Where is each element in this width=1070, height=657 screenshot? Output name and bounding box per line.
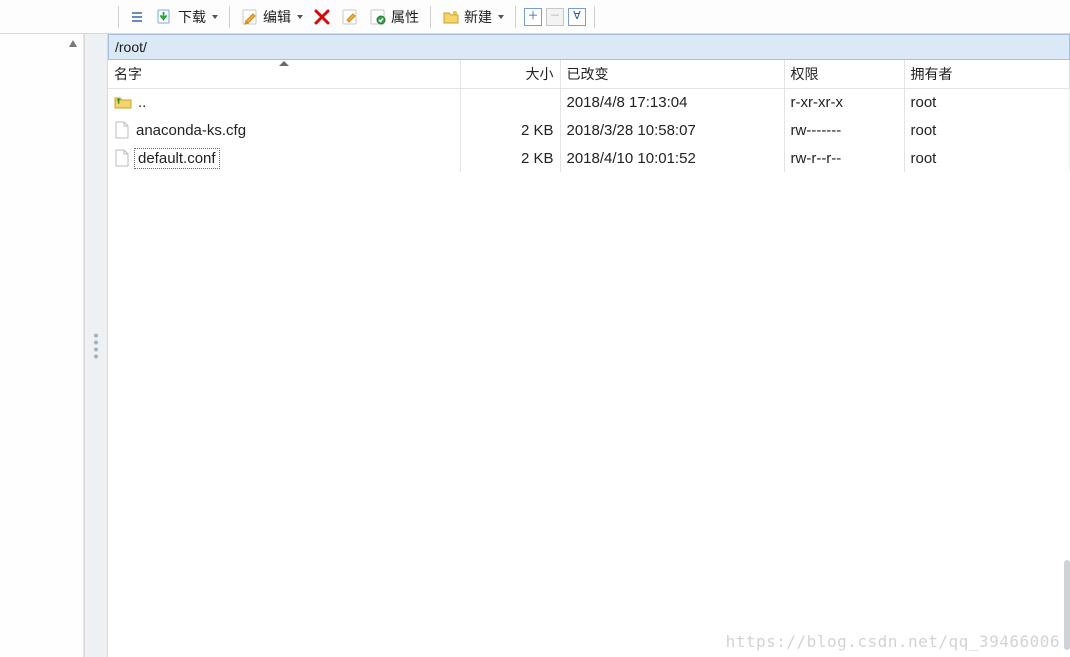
splitter[interactable] — [84, 34, 108, 657]
file-icon — [114, 149, 130, 167]
toolbar-separator — [118, 6, 119, 28]
expand-button[interactable]: ＋ — [524, 8, 542, 26]
file-icon — [114, 121, 130, 139]
left-pane — [0, 34, 84, 657]
file-changed: 2018/3/28 10:58:07 — [560, 116, 784, 144]
right-pane: /root/ 名字 大小 — [108, 34, 1070, 657]
path-text: /root/ — [115, 39, 147, 55]
file-name: anaconda-ks.cfg — [136, 122, 246, 139]
watermark: https://blog.csdn.net/qq_39466006 — [726, 632, 1060, 651]
file-size: 2 KB — [460, 144, 560, 172]
properties-button[interactable]: 属性 — [364, 4, 424, 30]
table-row[interactable]: default.conf 2 KB2018/4/10 10:01:52rw-r--… — [108, 144, 1070, 172]
filter-icon: ∀ — [573, 11, 581, 22]
download-icon — [156, 8, 174, 26]
delete-button[interactable] — [308, 4, 336, 30]
properties-icon — [369, 8, 387, 26]
edit-label: 编辑 — [263, 7, 291, 27]
col-rights[interactable]: 权限 — [784, 60, 904, 88]
collapse-button[interactable]: － — [546, 8, 564, 26]
col-changed-label: 已改变 — [567, 66, 609, 82]
col-owner-label: 拥有者 — [911, 66, 953, 82]
file-size: 2 KB — [460, 116, 560, 144]
file-size — [460, 88, 560, 116]
filter-button[interactable]: ∀ — [568, 8, 586, 26]
file-rights: rw-r--r-- — [784, 144, 904, 172]
scroll-up-icon[interactable] — [65, 36, 81, 52]
toolbar-separator — [594, 6, 595, 28]
new-folder-icon — [442, 8, 460, 26]
list-icon — [130, 9, 146, 25]
file-rights: rw------- — [784, 116, 904, 144]
file-changed: 2018/4/10 10:01:52 — [560, 144, 784, 172]
path-bar[interactable]: /root/ — [108, 34, 1070, 60]
col-size[interactable]: 大小 — [460, 60, 560, 88]
table-row[interactable]: .. 2018/4/8 17:13:04r-xr-xr-xroot — [108, 88, 1070, 116]
table-header: 名字 大小 已改变 权限 拥有者 — [108, 60, 1070, 88]
file-owner: root — [904, 144, 1070, 172]
minus-icon: － — [550, 11, 561, 22]
grip-icon — [94, 333, 98, 358]
new-label: 新建 — [464, 7, 492, 27]
file-table: 名字 大小 已改变 权限 拥有者 .. 2018/4/8 17:13:04r-xr… — [108, 60, 1070, 172]
col-changed[interactable]: 已改变 — [560, 60, 784, 88]
rename-button[interactable] — [336, 4, 364, 30]
col-size-label: 大小 — [526, 66, 554, 82]
col-rights-label: 权限 — [791, 66, 819, 82]
file-owner: root — [904, 116, 1070, 144]
toolbar-separator — [515, 6, 516, 28]
toolbar-separator — [430, 6, 431, 28]
file-owner: root — [904, 88, 1070, 116]
delete-icon — [313, 8, 331, 26]
download-label: 下载 — [178, 7, 206, 27]
file-list: 名字 大小 已改变 权限 拥有者 .. 2018/4/8 17:13:04r-xr… — [108, 60, 1070, 657]
sort-asc-icon — [279, 61, 289, 66]
chevron-down-icon — [212, 15, 218, 19]
file-name: default.conf — [136, 150, 218, 167]
chevron-down-icon — [498, 15, 504, 19]
edit-icon — [241, 8, 259, 26]
file-changed: 2018/4/8 17:13:04 — [560, 88, 784, 116]
chevron-down-icon — [297, 15, 303, 19]
download-button[interactable]: 下载 — [151, 4, 223, 30]
col-name[interactable]: 名字 — [108, 60, 460, 88]
parent-folder-icon — [114, 94, 132, 110]
file-rights: r-xr-xr-x — [784, 88, 904, 116]
queue-button[interactable] — [125, 4, 151, 30]
new-button[interactable]: 新建 — [437, 4, 509, 30]
col-owner[interactable]: 拥有者 — [904, 60, 1070, 88]
edit-button[interactable]: 编辑 — [236, 4, 308, 30]
file-name: .. — [138, 94, 146, 111]
body: /root/ 名字 大小 — [0, 34, 1070, 657]
properties-label: 属性 — [391, 7, 419, 27]
rename-icon — [341, 8, 359, 26]
scrollbar-stub[interactable] — [1064, 560, 1070, 650]
plus-icon: ＋ — [528, 11, 539, 22]
table-row[interactable]: anaconda-ks.cfg 2 KB2018/3/28 10:58:07rw-… — [108, 116, 1070, 144]
toolbar: 下载 编辑 — [0, 0, 1070, 34]
col-name-label: 名字 — [114, 66, 142, 82]
toolbar-separator — [229, 6, 230, 28]
